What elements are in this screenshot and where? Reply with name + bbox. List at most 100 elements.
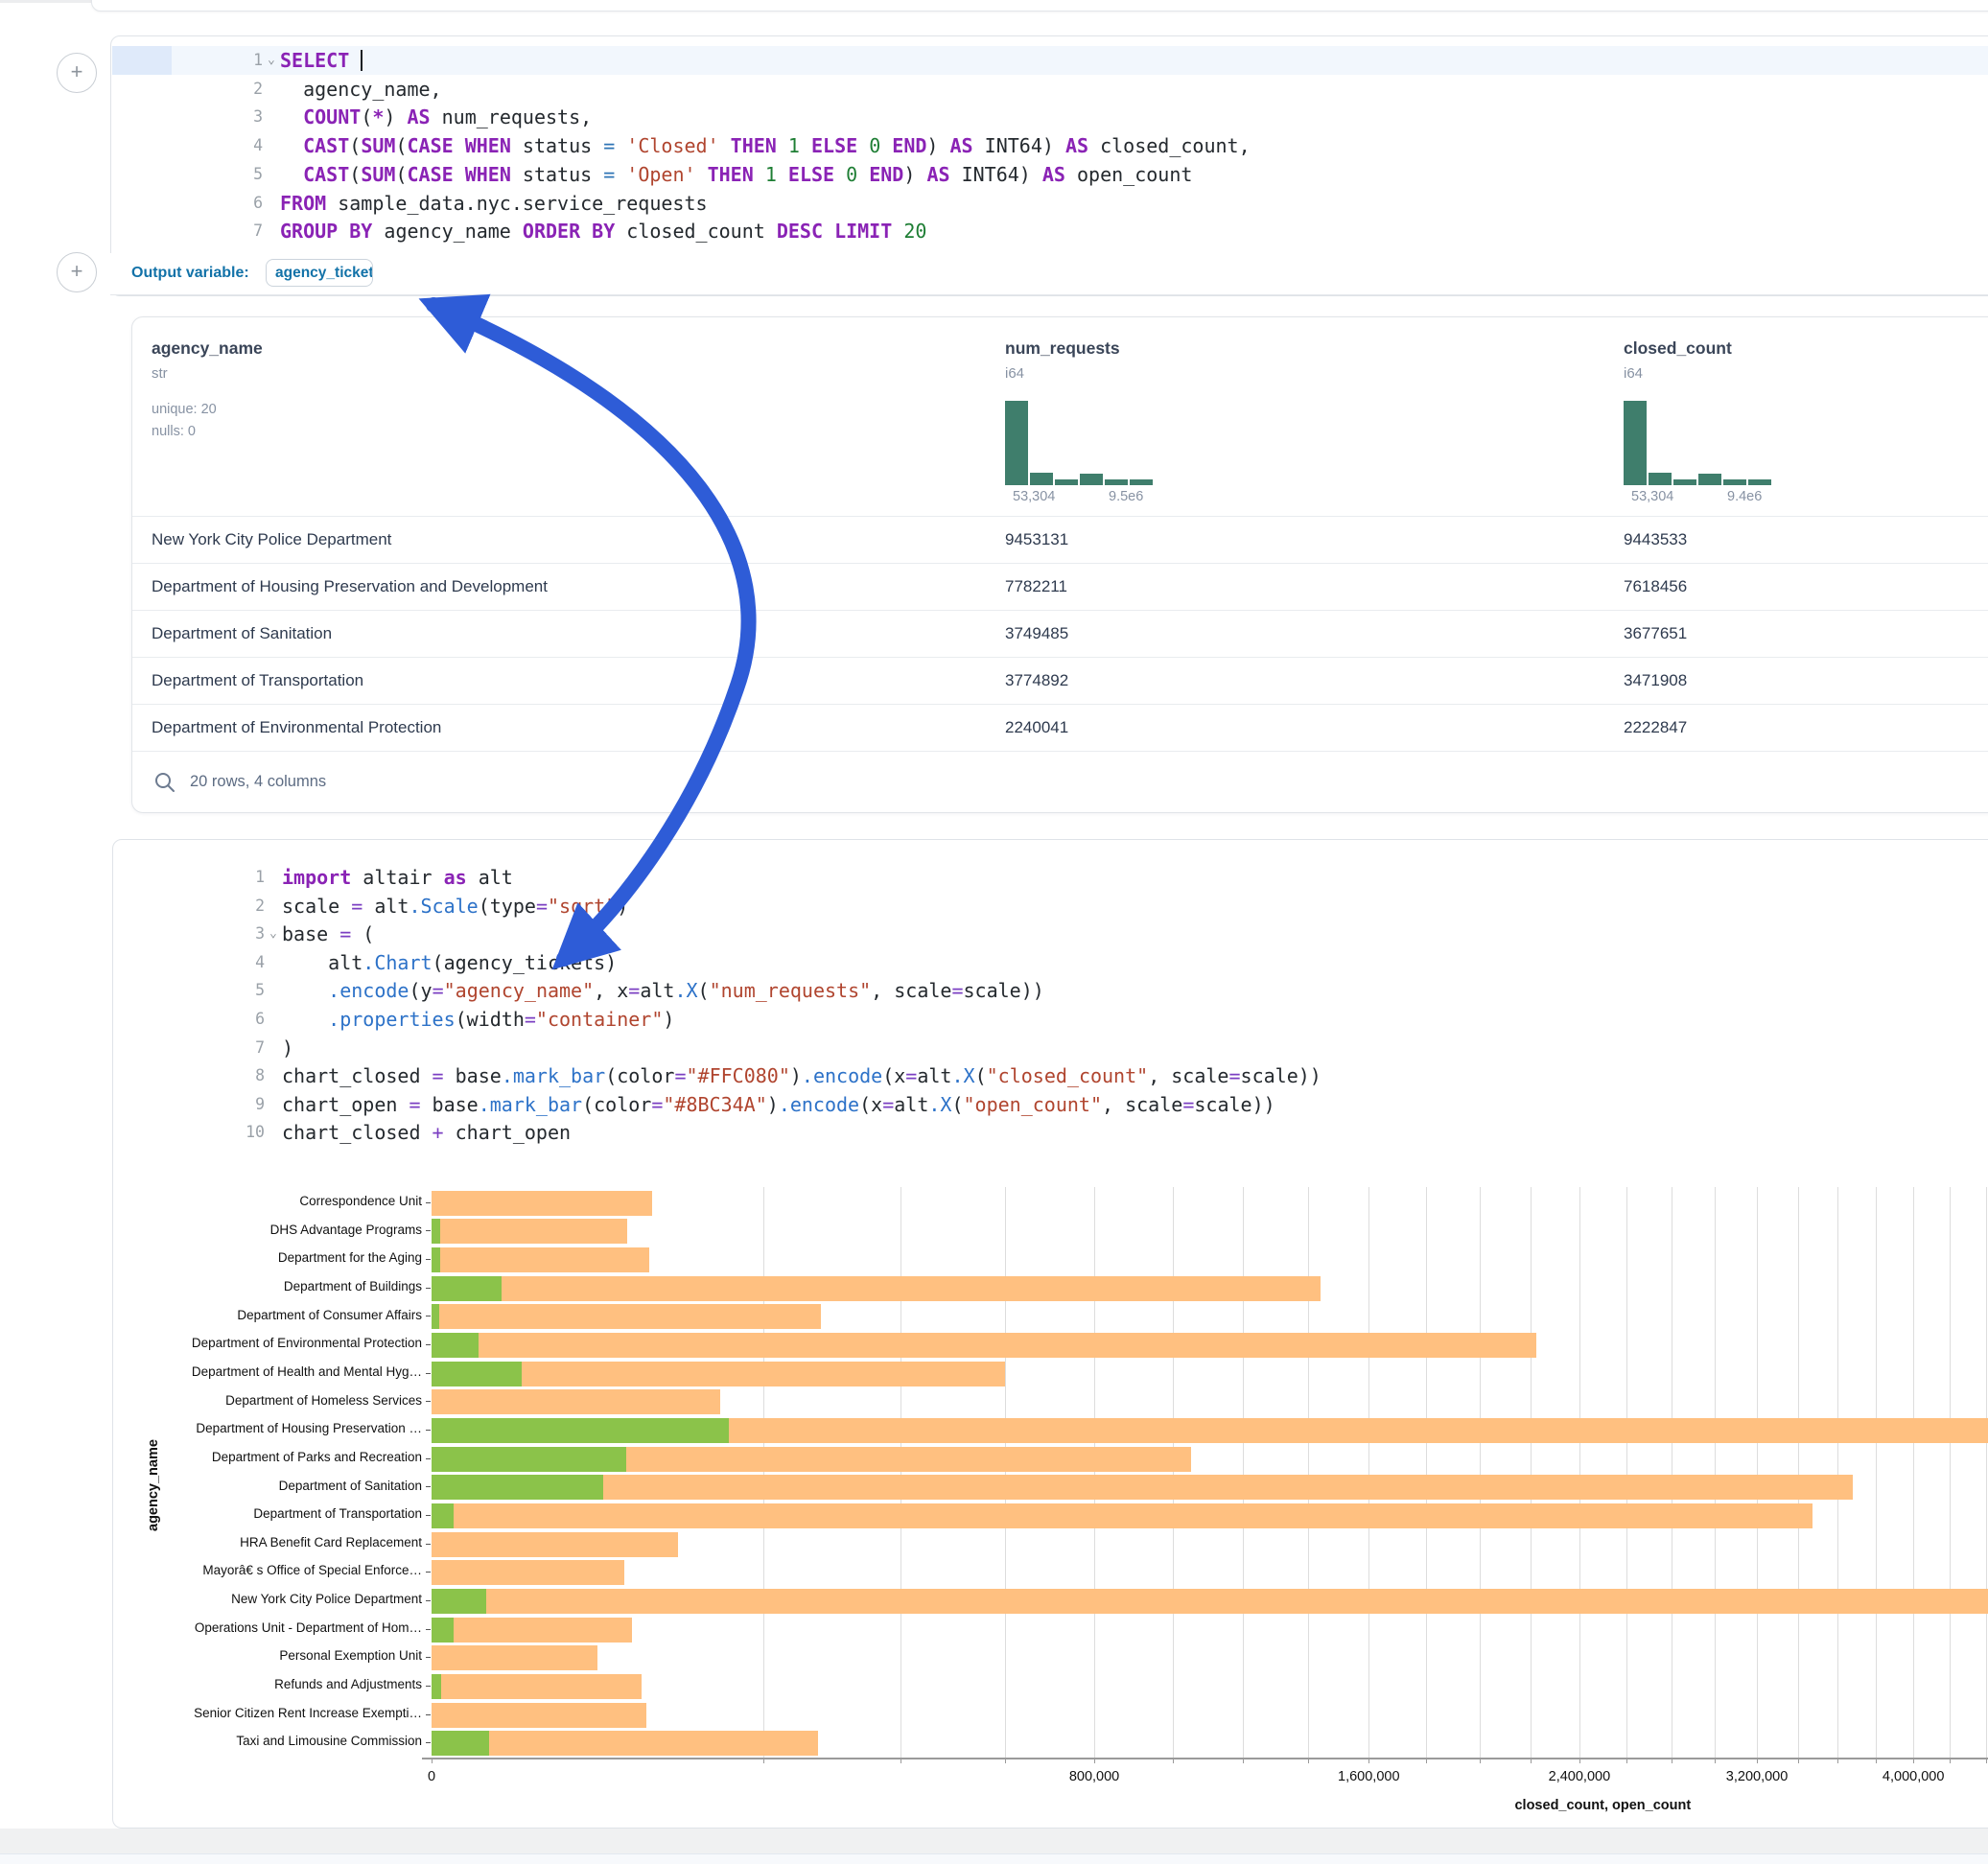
line-number: 4 <box>221 131 263 160</box>
line-number: 8 <box>222 1061 265 1090</box>
table-row[interactable]: Department of Housing Preservation and D… <box>132 563 1988 611</box>
code-token: "container" <box>536 1008 663 1031</box>
code-token: (color <box>582 1093 651 1116</box>
code-line[interactable]: .properties(width="container") <box>282 1005 674 1034</box>
open-count-bar[interactable] <box>432 1731 489 1756</box>
code-token: ) <box>903 163 926 186</box>
code-line[interactable]: chart_closed = base.mark_bar(color="#FFC… <box>282 1061 1321 1090</box>
code-line[interactable]: agency_name, <box>280 75 442 104</box>
closed-count-bar[interactable] <box>432 1191 652 1216</box>
closed-count-bar[interactable] <box>432 1560 624 1585</box>
y-axis-tick <box>426 1515 431 1516</box>
code-line[interactable]: COUNT(*) AS num_requests, <box>280 103 592 131</box>
open-count-bar[interactable] <box>432 1674 441 1699</box>
code-fold-chevron-icon[interactable]: ⌄ <box>268 46 275 75</box>
y-axis-category-label: HRA Benefit Card Replacement <box>0 1528 422 1557</box>
code-token: ) <box>767 1093 779 1116</box>
output-variable-pill[interactable]: agency_tickets <box>266 259 373 287</box>
closed-count-bar[interactable] <box>432 1618 632 1643</box>
column-header-type: i64 <box>1624 365 1643 382</box>
code-token: as <box>444 866 467 889</box>
y-axis-tick <box>426 1373 431 1374</box>
code-line[interactable]: alt.Chart(agency_tickets) <box>282 948 617 977</box>
closed-count-bar[interactable] <box>432 1247 649 1272</box>
table-row[interactable]: New York City Police Department945313194… <box>132 516 1988 564</box>
column-header-name[interactable]: num_requests <box>1005 338 1120 359</box>
code-token: alt <box>467 866 513 889</box>
closed-count-bar[interactable] <box>432 1475 1853 1500</box>
code-token: AS <box>1065 134 1088 157</box>
sql-code-editor[interactable]: 1⌄SELECT 2 agency_name,3 COUNT(*) AS num… <box>111 46 1988 255</box>
closed-count-bar[interactable] <box>432 1276 1321 1301</box>
search-icon[interactable] <box>153 771 176 794</box>
closed-count-bar[interactable] <box>432 1703 646 1728</box>
code-token: = <box>674 1064 686 1087</box>
code-line[interactable]: chart_closed + chart_open <box>282 1118 571 1147</box>
y-axis-category-label: New York City Police Department <box>0 1585 422 1614</box>
open-count-bar[interactable] <box>432 1276 502 1301</box>
open-count-bar[interactable] <box>432 1304 439 1329</box>
column-header-type: i64 <box>1005 365 1024 382</box>
chart-gridline <box>1243 1187 1244 1758</box>
y-axis-tick <box>426 1742 431 1743</box>
open-count-bar[interactable] <box>432 1418 729 1443</box>
add-block-button[interactable]: + <box>57 53 97 93</box>
code-token: .Scale <box>409 895 478 918</box>
closed-count-bar[interactable] <box>432 1333 1536 1358</box>
code-line[interactable]: FROM sample_data.nyc.service_requests <box>280 189 708 218</box>
text-caret <box>361 50 363 71</box>
code-token <box>615 134 626 157</box>
table-row[interactable]: Department of Transportation377489234719… <box>132 657 1988 705</box>
chart-gridline <box>900 1187 901 1758</box>
open-count-bar[interactable] <box>432 1362 522 1386</box>
closed-count-bar[interactable] <box>432 1503 1813 1528</box>
code-line[interactable]: import altair as alt <box>282 863 513 892</box>
y-axis-tick <box>426 1430 431 1431</box>
open-count-bar[interactable] <box>432 1247 440 1272</box>
code-token: ( <box>351 922 374 945</box>
code-token: = <box>628 979 640 1002</box>
table-row[interactable]: Department of Environmental Protection22… <box>132 704 1988 752</box>
code-line[interactable]: CAST(SUM(CASE WHEN status = 'Open' THEN … <box>280 160 1192 189</box>
code-line[interactable]: ) <box>282 1034 293 1062</box>
closed-count-bar[interactable] <box>432 1219 627 1244</box>
code-token: FROM <box>280 192 326 215</box>
code-line[interactable]: CAST(SUM(CASE WHEN status = 'Closed' THE… <box>280 131 1251 160</box>
code-line[interactable]: base = ( <box>282 920 374 948</box>
closed-count-bar[interactable] <box>432 1645 597 1670</box>
code-line[interactable]: .encode(y="agency_name", x=alt.X("num_re… <box>282 976 1044 1005</box>
chart-gridline <box>1837 1187 1838 1758</box>
closed-count-bar[interactable] <box>432 1731 818 1756</box>
code-fold-chevron-icon[interactable]: ⌄ <box>269 920 277 948</box>
closed-count-bar[interactable] <box>432 1532 678 1557</box>
open-count-bar[interactable] <box>432 1503 454 1528</box>
table-footer[interactable]: 20 rows, 4 columns <box>132 751 1988 812</box>
code-token: scale <box>282 895 351 918</box>
open-count-bar[interactable] <box>432 1447 626 1472</box>
code-line[interactable]: scale = alt.Scale(type="sqrt") <box>282 892 628 920</box>
line-number: 7 <box>222 1034 265 1062</box>
closed-count-bar[interactable] <box>432 1304 821 1329</box>
open-count-bar[interactable] <box>432 1219 440 1244</box>
y-axis-tick <box>426 1714 431 1715</box>
add-block-button[interactable]: + <box>57 252 97 292</box>
table-row-count: 20 rows, 4 columns <box>190 773 326 791</box>
code-line[interactable]: GROUP BY agency_name ORDER BY closed_cou… <box>280 217 926 245</box>
open-count-bar[interactable] <box>432 1333 479 1358</box>
column-header-meta: nulls: 0 <box>152 424 196 439</box>
closed-count-bar[interactable] <box>432 1589 1988 1614</box>
open-count-bar[interactable] <box>432 1618 454 1643</box>
code-line[interactable]: SELECT <box>280 46 363 75</box>
closed-count-bar[interactable] <box>432 1389 720 1414</box>
code-token: alt <box>640 979 674 1002</box>
column-histogram <box>1624 399 1777 485</box>
open-count-bar[interactable] <box>432 1475 603 1500</box>
python-code-editor[interactable]: 1import altair as alt2scale = alt.Scale(… <box>113 863 1988 1151</box>
code-token: .encode <box>779 1093 859 1116</box>
code-line[interactable]: chart_open = base.mark_bar(color="#8BC34… <box>282 1090 1275 1119</box>
column-header-name[interactable]: closed_count <box>1624 338 1732 359</box>
table-row[interactable]: Department of Sanitation37494853677651 <box>132 610 1988 658</box>
column-header-name[interactable]: agency_name <box>152 338 263 359</box>
closed-count-bar[interactable] <box>432 1674 642 1699</box>
open-count-bar[interactable] <box>432 1589 486 1614</box>
